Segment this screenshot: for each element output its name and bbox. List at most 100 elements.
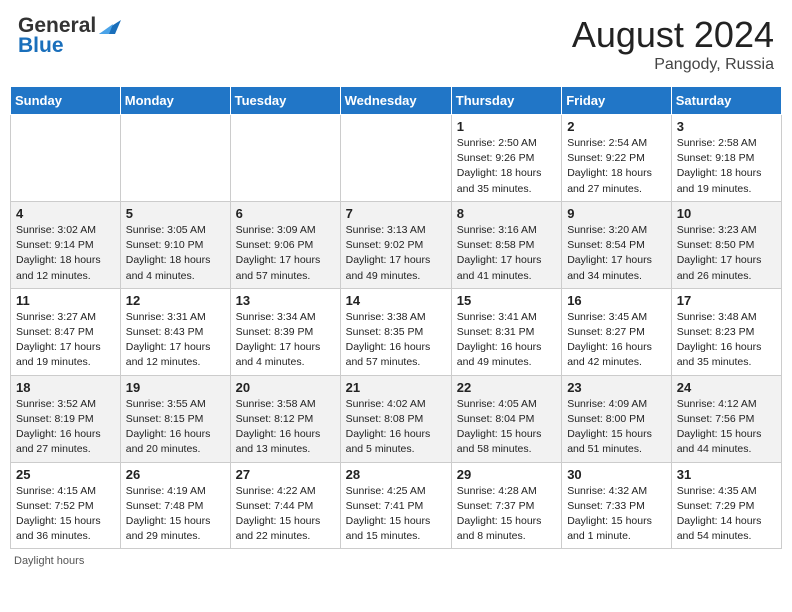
footer: Daylight hours xyxy=(10,555,782,567)
table-row: 12Sunrise: 3:31 AMSunset: 8:43 PMDayligh… xyxy=(120,288,230,375)
day-info: Sunrise: 3:45 AMSunset: 8:27 PMDaylight:… xyxy=(567,310,666,371)
col-sunday: Sunday xyxy=(11,87,121,115)
day-number: 18 xyxy=(16,380,115,395)
day-info: Sunrise: 3:20 AMSunset: 8:54 PMDaylight:… xyxy=(567,223,666,284)
day-info: Sunrise: 4:19 AMSunset: 7:48 PMDaylight:… xyxy=(126,484,225,545)
logo: General Blue xyxy=(18,14,121,58)
col-monday: Monday xyxy=(120,87,230,115)
day-number: 11 xyxy=(16,293,115,308)
day-info: Sunrise: 3:05 AMSunset: 9:10 PMDaylight:… xyxy=(126,223,225,284)
table-row: 11 Sunrise: 3:27 AMSunset: 8:47 PMDayligh… xyxy=(11,288,121,375)
day-number: 19 xyxy=(126,380,225,395)
day-info: Sunrise: 3:02 AMSunset: 9:14 PMDaylight:… xyxy=(16,223,115,284)
day-info: Sunrise: 3:16 AMSunset: 8:58 PMDaylight:… xyxy=(457,223,556,284)
table-row: 9 Sunrise: 3:20 AMSunset: 8:54 PMDaylight… xyxy=(562,201,672,288)
day-info: Sunrise: 3:34 AMSunset: 8:39 PMDaylight:… xyxy=(236,310,335,371)
table-row: 19Sunrise: 3:55 AMSunset: 8:15 PMDayligh… xyxy=(120,375,230,462)
table-row: 6 Sunrise: 3:09 AMSunset: 9:06 PMDaylight… xyxy=(230,201,340,288)
table-row: 7Sunrise: 3:13 AMSunset: 9:02 PMDaylight… xyxy=(340,201,451,288)
day-number: 4 xyxy=(16,206,115,221)
day-number: 26 xyxy=(126,467,225,482)
day-number: 28 xyxy=(346,467,446,482)
logo-wing-icon xyxy=(99,16,121,34)
day-info: Sunrise: 4:28 AMSunset: 7:37 PMDaylight:… xyxy=(457,484,556,545)
col-thursday: Thursday xyxy=(451,87,561,115)
day-info: Sunrise: 4:09 AMSunset: 8:00 PMDaylight:… xyxy=(567,397,666,458)
table-row: 26 Sunrise: 4:19 AMSunset: 7:48 PMDayligh… xyxy=(120,462,230,549)
day-info: Sunrise: 3:52 AMSunset: 8:19 PMDaylight:… xyxy=(16,397,115,458)
day-number: 22 xyxy=(457,380,556,395)
day-number: 14 xyxy=(346,293,446,308)
col-wednesday: Wednesday xyxy=(340,87,451,115)
table-row: 29 Sunrise: 4:28 AMSunset: 7:37 PMDayligh… xyxy=(451,462,561,549)
table-row: 15 Sunrise: 3:41 AMSunset: 8:31 PMDayligh… xyxy=(451,288,561,375)
day-number: 15 xyxy=(457,293,556,308)
day-number: 3 xyxy=(677,119,776,134)
day-number: 20 xyxy=(236,380,335,395)
day-info: Sunrise: 4:35 AMSunset: 7:29 PMDaylight:… xyxy=(677,484,776,545)
col-friday: Friday xyxy=(562,87,672,115)
calendar-table: Sunday Monday Tuesday Wednesday Thursday… xyxy=(10,86,782,549)
daylight-hours-label: Daylight hours xyxy=(14,555,84,567)
day-number: 10 xyxy=(677,206,776,221)
calendar-week-row: 1 Sunrise: 2:50 AMSunset: 9:26 PMDaylight… xyxy=(11,115,782,202)
table-row xyxy=(230,115,340,202)
day-number: 31 xyxy=(677,467,776,482)
day-info: Sunrise: 3:48 AMSunset: 8:23 PMDaylight:… xyxy=(677,310,776,371)
table-row: 1 Sunrise: 2:50 AMSunset: 9:26 PMDaylight… xyxy=(451,115,561,202)
day-info: Sunrise: 3:23 AMSunset: 8:50 PMDaylight:… xyxy=(677,223,776,284)
table-row: 16 Sunrise: 3:45 AMSunset: 8:27 PMDayligh… xyxy=(562,288,672,375)
table-row xyxy=(120,115,230,202)
day-number: 29 xyxy=(457,467,556,482)
table-row: 25 Sunrise: 4:15 AMSunset: 7:52 PMDayligh… xyxy=(11,462,121,549)
col-tuesday: Tuesday xyxy=(230,87,340,115)
day-info: Sunrise: 3:41 AMSunset: 8:31 PMDaylight:… xyxy=(457,310,556,371)
day-number: 8 xyxy=(457,206,556,221)
calendar-week-row: 25 Sunrise: 4:15 AMSunset: 7:52 PMDayligh… xyxy=(11,462,782,549)
day-info: Sunrise: 4:12 AMSunset: 7:56 PMDaylight:… xyxy=(677,397,776,458)
calendar-week-row: 11 Sunrise: 3:27 AMSunset: 8:47 PMDayligh… xyxy=(11,288,782,375)
day-info: Sunrise: 3:38 AMSunset: 8:35 PMDaylight:… xyxy=(346,310,446,371)
day-info: Sunrise: 4:32 AMSunset: 7:33 PMDaylight:… xyxy=(567,484,666,545)
table-row: 10 Sunrise: 3:23 AMSunset: 8:50 PMDayligh… xyxy=(671,201,781,288)
col-saturday: Saturday xyxy=(671,87,781,115)
table-row: 30 Sunrise: 4:32 AMSunset: 7:33 PMDayligh… xyxy=(562,462,672,549)
day-info: Sunrise: 3:27 AMSunset: 8:47 PMDaylight:… xyxy=(16,310,115,371)
day-info: Sunrise: 4:22 AMSunset: 7:44 PMDaylight:… xyxy=(236,484,335,545)
table-row: 20Sunrise: 3:58 AMSunset: 8:12 PMDayligh… xyxy=(230,375,340,462)
day-number: 17 xyxy=(677,293,776,308)
day-number: 25 xyxy=(16,467,115,482)
table-row: 2 Sunrise: 2:54 AMSunset: 9:22 PMDaylight… xyxy=(562,115,672,202)
table-row: 18 Sunrise: 3:52 AMSunset: 8:19 PMDayligh… xyxy=(11,375,121,462)
table-row xyxy=(340,115,451,202)
table-row: 23Sunrise: 4:09 AMSunset: 8:00 PMDayligh… xyxy=(562,375,672,462)
day-info: Sunrise: 3:31 AMSunset: 8:43 PMDaylight:… xyxy=(126,310,225,371)
table-row: 13 Sunrise: 3:34 AMSunset: 8:39 PMDayligh… xyxy=(230,288,340,375)
calendar-week-row: 4 Sunrise: 3:02 AMSunset: 9:14 PMDaylight… xyxy=(11,201,782,288)
month-year: August 2024 xyxy=(572,14,774,56)
table-row: 4 Sunrise: 3:02 AMSunset: 9:14 PMDaylight… xyxy=(11,201,121,288)
table-row: 8 Sunrise: 3:16 AMSunset: 8:58 PMDaylight… xyxy=(451,201,561,288)
table-row: 17 Sunrise: 3:48 AMSunset: 8:23 PMDayligh… xyxy=(671,288,781,375)
day-number: 24 xyxy=(677,380,776,395)
day-info: Sunrise: 2:54 AMSunset: 9:22 PMDaylight:… xyxy=(567,136,666,197)
day-number: 16 xyxy=(567,293,666,308)
day-number: 21 xyxy=(346,380,446,395)
day-info: Sunrise: 4:02 AMSunset: 8:08 PMDaylight:… xyxy=(346,397,446,458)
day-number: 9 xyxy=(567,206,666,221)
table-row: 22 Sunrise: 4:05 AMSunset: 8:04 PMDayligh… xyxy=(451,375,561,462)
day-info: Sunrise: 2:50 AMSunset: 9:26 PMDaylight:… xyxy=(457,136,556,197)
day-number: 2 xyxy=(567,119,666,134)
table-row: 14 Sunrise: 3:38 AMSunset: 8:35 PMDayligh… xyxy=(340,288,451,375)
day-number: 13 xyxy=(236,293,335,308)
day-number: 1 xyxy=(457,119,556,134)
table-row: 21 Sunrise: 4:02 AMSunset: 8:08 PMDayligh… xyxy=(340,375,451,462)
location: Pangody, Russia xyxy=(572,56,774,74)
table-row: 28Sunrise: 4:25 AMSunset: 7:41 PMDayligh… xyxy=(340,462,451,549)
day-info: Sunrise: 3:13 AMSunset: 9:02 PMDaylight:… xyxy=(346,223,446,284)
day-info: Sunrise: 4:15 AMSunset: 7:52 PMDaylight:… xyxy=(16,484,115,545)
day-info: Sunrise: 3:09 AMSunset: 9:06 PMDaylight:… xyxy=(236,223,335,284)
day-number: 30 xyxy=(567,467,666,482)
day-info: Sunrise: 4:05 AMSunset: 8:04 PMDaylight:… xyxy=(457,397,556,458)
day-number: 6 xyxy=(236,206,335,221)
